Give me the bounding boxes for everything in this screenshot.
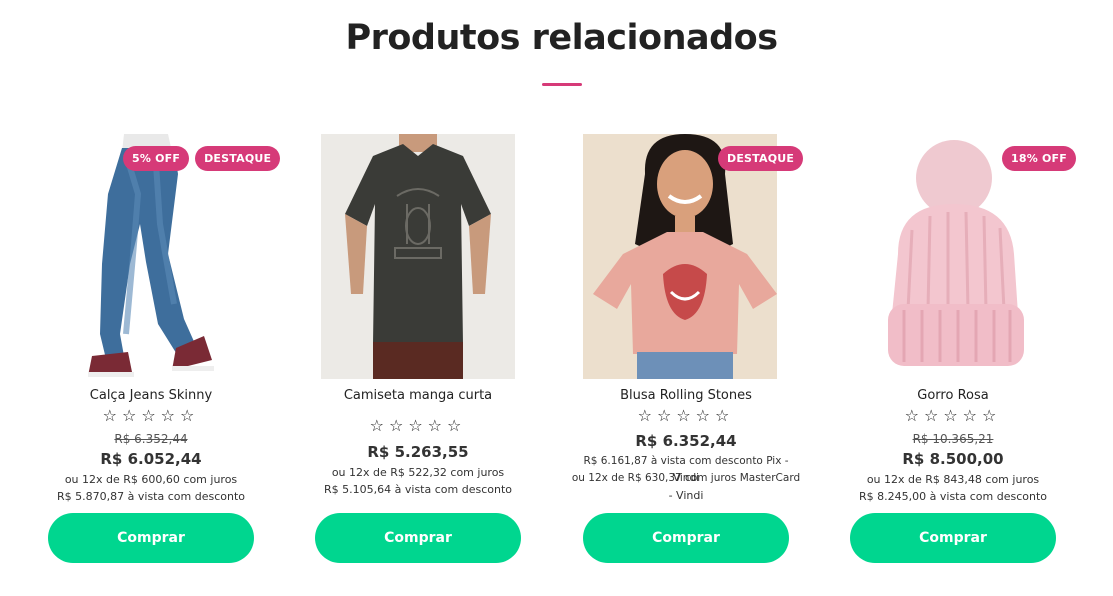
- installments-text-continued: - Vindi: [668, 489, 704, 502]
- discount-badge: 18% OFF: [1002, 146, 1076, 171]
- discount-badge: 5% OFF: [123, 146, 190, 171]
- buy-button[interactable]: Comprar: [583, 513, 789, 563]
- rating-stars: ☆☆☆☆☆: [637, 406, 735, 425]
- price: R$ 8.500,00: [902, 450, 1004, 468]
- cash-discount-text: R$ 5.105,64 à vista com desconto: [324, 483, 512, 496]
- installments-text: ou 12x de R$ 600,60 com juros: [64, 473, 238, 486]
- product-card[interactable]: DESTAQUE Blusa Rolling Stones ☆☆☆☆☆ R$ 6…: [572, 134, 813, 574]
- badge-group: 18% OFF: [1002, 146, 1076, 171]
- badge-group: DESTAQUE: [718, 146, 804, 171]
- badge-group: 5% OFF DESTAQUE: [123, 146, 281, 171]
- price: R$ 5.263,55: [367, 443, 469, 461]
- buy-button[interactable]: Comprar: [315, 513, 521, 563]
- title-underline: [542, 83, 582, 86]
- product-card[interactable]: Camiseta manga curta ☆☆☆☆☆ R$ 5.263,55 o…: [315, 134, 545, 574]
- old-price: R$ 6.352,44: [114, 432, 188, 446]
- product-name[interactable]: Calça Jeans Skinny: [48, 388, 254, 403]
- rating-stars: ☆☆☆☆☆: [102, 406, 200, 425]
- price: R$ 6.052,44: [100, 450, 202, 468]
- installments-text: ou 12x de R$ 522,32 com juros: [331, 466, 505, 479]
- featured-badge: DESTAQUE: [718, 146, 804, 171]
- product-image-tshirt[interactable]: [321, 134, 515, 379]
- old-price: R$ 10.365,21: [912, 432, 994, 446]
- product-name[interactable]: Gorro Rosa: [850, 388, 1056, 403]
- rating-stars: ☆☆☆☆☆: [369, 416, 467, 435]
- product-name[interactable]: Camiseta manga curta: [315, 388, 521, 403]
- featured-badge: DESTAQUE: [195, 146, 281, 171]
- installments-text: ou 12x de R$ 843,48 com juros: [866, 473, 1040, 486]
- price: R$ 6.352,44: [635, 432, 737, 450]
- product-card[interactable]: 5% OFF DESTAQUE Calça Jeans Skinny ☆☆☆☆☆…: [48, 134, 281, 574]
- cash-discount-text: R$ 5.870,87 à vista com desconto: [57, 490, 245, 503]
- section-title: Produtos relacionados: [345, 18, 778, 58]
- buy-button[interactable]: Comprar: [850, 513, 1056, 563]
- related-products-section: Produtos relacionados 5% OFF DESTAQUE Ca…: [0, 0, 1113, 596]
- product-card[interactable]: 18% OFF Gorro Rosa ☆☆☆☆☆ R$ 10.365,21 R$…: [850, 134, 1080, 574]
- buy-button[interactable]: Comprar: [48, 513, 254, 563]
- cash-discount-text: R$ 8.245,00 à vista com desconto: [859, 490, 1047, 503]
- rating-stars: ☆☆☆☆☆: [904, 406, 1002, 425]
- product-name[interactable]: Blusa Rolling Stones: [583, 388, 789, 403]
- installments-text: ou 12x de R$ 630,37 com juros MasterCard: [571, 472, 801, 484]
